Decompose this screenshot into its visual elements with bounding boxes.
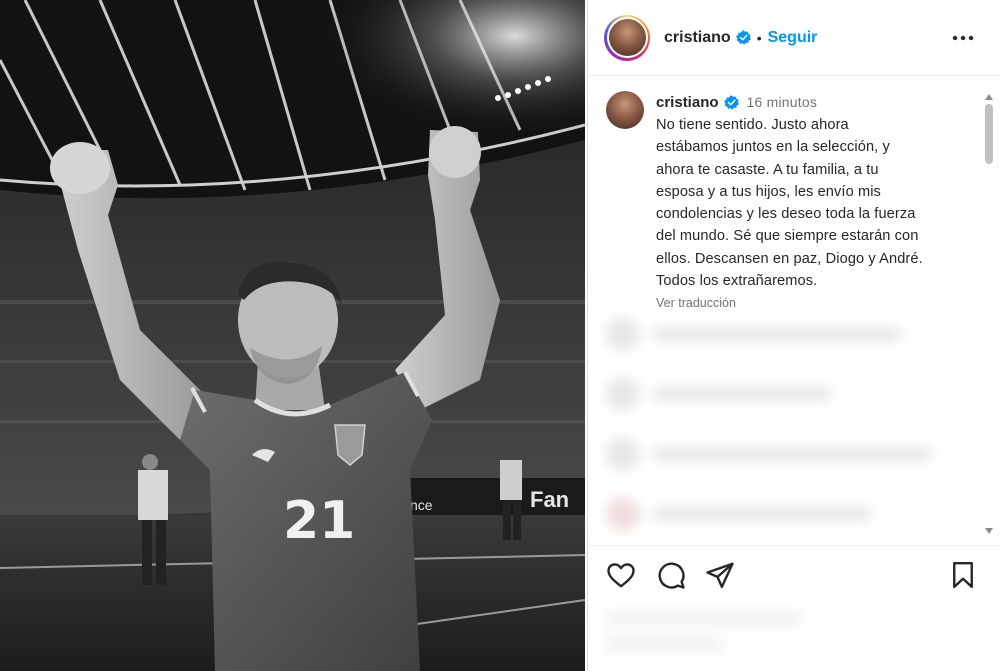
verified-badge-icon: [723, 94, 739, 110]
caption-line: ahora te casaste. A tu familia, a tu: [656, 161, 879, 178]
share-icon[interactable]: [705, 560, 735, 590]
caption-avatar[interactable]: [606, 91, 644, 129]
instagram-post-window: Fan nce 21 cristiano • Seguir cristiano …: [0, 0, 1000, 671]
caption-text: No tiene sentido. Justo ahora estábamos …: [656, 114, 971, 292]
caption-line: No tiene sentido. Justo ahora: [656, 117, 849, 133]
jersey-number: 21: [283, 491, 355, 551]
scroll-up-arrow-icon[interactable]: [985, 94, 993, 100]
caption-line: ellos. Descansen en paz, Diogo y André.: [656, 250, 923, 267]
post-header: cristiano • Seguir: [588, 0, 999, 76]
bookmark-icon[interactable]: [948, 560, 978, 590]
caption-line: del mundo. Sé que siempre estarán con: [656, 228, 919, 245]
caption-line: estábamos juntos en la selección, y: [656, 139, 890, 156]
post-side-panel: cristiano • Seguir cristiano 16 minutos …: [587, 0, 999, 671]
ad-board-text: Fan: [530, 487, 569, 512]
separator-dot: •: [756, 29, 762, 46]
caption-meta: cristiano 16 minutos: [656, 91, 971, 113]
follow-button[interactable]: Seguir: [768, 29, 818, 47]
comments-area[interactable]: cristiano 16 minutos No tiene sentido. J…: [588, 77, 983, 537]
photo-illustration: Fan nce 21: [0, 0, 585, 671]
post-photo[interactable]: Fan nce 21: [0, 0, 585, 671]
verified-badge-icon: [735, 30, 751, 45]
caption-timestamp[interactable]: 16 minutos: [747, 94, 817, 110]
caption: cristiano 16 minutos No tiene sentido. J…: [606, 91, 971, 310]
scroll-thumb[interactable]: [985, 104, 993, 164]
ad-board-text-2: nce: [410, 497, 433, 513]
avatar-border: [606, 17, 648, 58]
comments-scrollbar[interactable]: [984, 94, 994, 534]
story-ring[interactable]: [604, 14, 650, 61]
action-bar: [588, 545, 999, 605]
blurred-comments: [606, 317, 966, 537]
comment-icon[interactable]: [656, 560, 686, 590]
caption-username[interactable]: cristiano: [656, 94, 719, 111]
heart-icon[interactable]: [606, 560, 636, 590]
caption-line: condolencias y les deseo toda la fuerza: [656, 206, 916, 223]
caption-line: Todos los extrañaremos.: [656, 273, 818, 290]
scroll-down-arrow-icon[interactable]: [985, 528, 993, 534]
caption-line: esposa y a tus hijos, les envío mis: [656, 183, 881, 200]
blurred-likes: [604, 612, 964, 662]
more-horizontal-icon[interactable]: [951, 28, 975, 48]
header-username[interactable]: cristiano: [664, 29, 731, 47]
see-translation-link[interactable]: Ver traducción: [656, 296, 971, 310]
avatar[interactable]: [608, 19, 646, 56]
caption-body: cristiano 16 minutos No tiene sentido. J…: [656, 91, 971, 311]
